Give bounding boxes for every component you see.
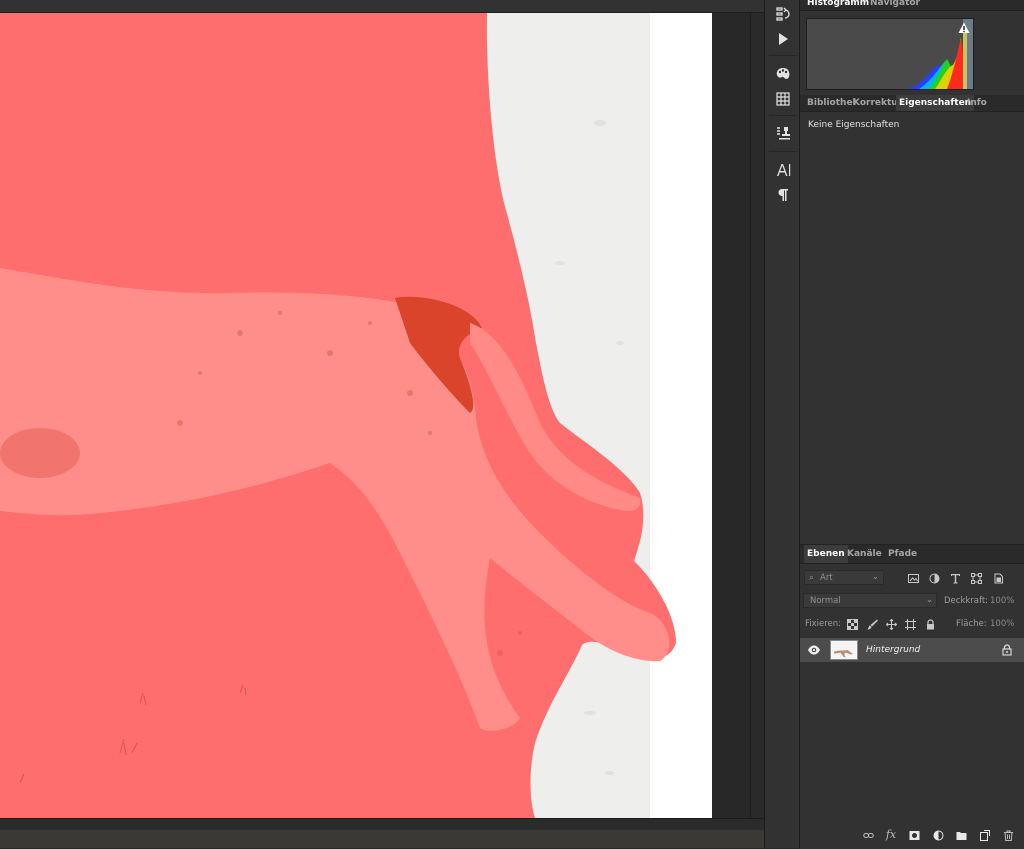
filter-type-layer-icon[interactable] [949, 572, 961, 584]
history-icon[interactable] [772, 4, 794, 24]
opacity-value[interactable]: 100% [990, 596, 1014, 606]
blend-mode-select[interactable]: Normal ⌄ [803, 593, 937, 608]
histogram-chart [907, 19, 973, 89]
new-layer-icon[interactable] [978, 829, 990, 841]
filter-adjustment-icon[interactable] [928, 572, 940, 584]
histogram-graph [806, 18, 974, 90]
layer-filter-label: Art [820, 573, 833, 583]
link-layers-icon[interactable] [861, 829, 875, 841]
new-group-folder-icon[interactable] [955, 829, 967, 841]
tab-navigator[interactable]: Navigator [870, 0, 920, 8]
tab-info[interactable]: Info [967, 98, 987, 108]
properties-empty-label: Keine Eigenschaften [808, 120, 900, 130]
character-icon[interactable] [772, 160, 794, 180]
lock-artboard-icon[interactable] [904, 618, 916, 630]
chevron-down-icon: ⌄ [871, 572, 879, 582]
document-top-bar [0, 0, 764, 13]
lock-image-pixels-brush-icon[interactable] [866, 618, 878, 630]
layers-footer: fx [800, 821, 1024, 849]
layer-name[interactable]: Hintergrund [866, 645, 920, 655]
lock-position-move-icon[interactable] [885, 618, 897, 630]
chevron-down-icon: ⌄ [925, 595, 933, 605]
separator [769, 151, 797, 152]
separator [769, 55, 797, 56]
properties-tabbar: Bibliothel Korrektur Eigenschaften Info [800, 95, 1024, 112]
tab-channels[interactable]: Kanäle [847, 549, 882, 559]
properties-panel-body: Keine Eigenschaften [800, 111, 1024, 545]
horizontal-scrollbar[interactable] [0, 830, 764, 848]
fx-layer-style-icon[interactable]: fx [884, 828, 898, 841]
swatches-grid-icon[interactable] [772, 89, 794, 109]
tab-paths[interactable]: Pfade [888, 549, 917, 559]
filter-pixel-layer-icon[interactable] [907, 572, 919, 584]
tool-presets-icon[interactable] [772, 123, 794, 143]
layer-row[interactable]: Hintergrund [800, 638, 1024, 662]
blend-mode-value: Normal [810, 596, 841, 606]
layer-filter-select[interactable]: ⌕ Art ⌄ [804, 570, 884, 585]
panel-icon-column [764, 0, 800, 848]
delete-layer-trash-icon[interactable] [1002, 829, 1014, 841]
search-icon: ⌕ [809, 573, 814, 583]
vertical-scrollbar[interactable] [750, 13, 765, 818]
layers-tabbar: Ebenen Kanäle Pfade [800, 545, 1024, 564]
warning-icon[interactable] [958, 22, 970, 34]
lock-all-icon[interactable] [924, 618, 936, 630]
visibility-eye-icon[interactable] [807, 644, 821, 656]
separator [769, 115, 797, 116]
tab-properties[interactable]: Eigenschaften [896, 95, 975, 111]
add-layer-mask-icon[interactable] [908, 829, 920, 841]
color-palette-icon[interactable] [772, 64, 794, 84]
opacity-label: Deckkraft: [944, 596, 989, 606]
play-actions-icon[interactable] [772, 29, 794, 49]
lock-label: Fixieren: [805, 619, 842, 629]
layers-panel: Ebenen Kanäle Pfade ⌕ Art ⌄ Normal ⌄ Dec… [800, 544, 1024, 849]
tab-libraries[interactable]: Bibliothel [807, 98, 856, 108]
paragraph-icon[interactable] [772, 185, 794, 205]
quickmask-image [0, 13, 712, 818]
right-panel-dock: Histogramm Navigator Bibliothel Korrektu… [800, 0, 1024, 849]
tab-adjustments[interactable]: Korrektur [853, 98, 902, 108]
lock-transparent-pixels-icon[interactable] [846, 618, 858, 630]
fill-value[interactable]: 100% [990, 619, 1014, 629]
histogram-tabbar: Histogramm Navigator [800, 0, 1024, 11]
tab-histogram[interactable]: Histogramm [807, 0, 869, 8]
filter-shape-layer-icon[interactable] [970, 572, 982, 584]
canvas-image[interactable] [0, 13, 712, 818]
fill-label: Fläche: [956, 619, 987, 629]
tab-layers[interactable]: Ebenen [804, 545, 848, 563]
layer-lock-icon [1002, 644, 1012, 656]
layer-thumbnail[interactable] [830, 640, 858, 660]
document-canvas-area [0, 0, 765, 848]
filter-smart-object-icon[interactable] [992, 572, 1004, 584]
new-adjustment-layer-icon[interactable] [932, 829, 944, 841]
